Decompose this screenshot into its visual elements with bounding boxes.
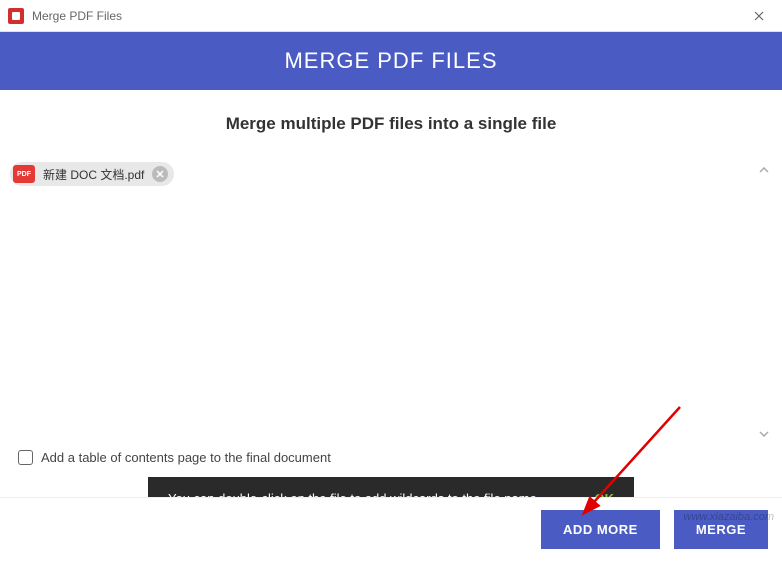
scroll-up-button[interactable] <box>756 162 772 178</box>
file-list: PDF 新建 DOC 文档.pdf <box>8 162 774 442</box>
scroll-down-button[interactable] <box>756 426 772 442</box>
titlebar: Merge PDF Files <box>0 0 782 32</box>
toc-checkbox-row: Add a table of contents page to the fina… <box>18 450 764 465</box>
action-bar: ADD MORE MERGE <box>0 497 782 561</box>
toc-checkbox-label: Add a table of contents page to the fina… <box>41 450 331 465</box>
header-title: MERGE PDF FILES <box>284 48 497 73</box>
remove-file-button[interactable] <box>152 166 168 182</box>
file-chip[interactable]: PDF 新建 DOC 文档.pdf <box>10 162 174 186</box>
file-name: 新建 DOC 文档.pdf <box>43 166 144 183</box>
content-area: Merge multiple PDF files into a single f… <box>0 90 782 522</box>
app-icon <box>8 8 24 24</box>
close-button[interactable] <box>736 0 782 32</box>
toc-checkbox[interactable] <box>18 450 33 465</box>
subtitle: Merge multiple PDF files into a single f… <box>8 114 774 134</box>
add-more-button[interactable]: ADD MORE <box>541 510 660 549</box>
page-header: MERGE PDF FILES <box>0 32 782 90</box>
window-title: Merge PDF Files <box>32 9 122 23</box>
merge-button[interactable]: MERGE <box>674 510 768 549</box>
pdf-icon: PDF <box>13 165 35 183</box>
